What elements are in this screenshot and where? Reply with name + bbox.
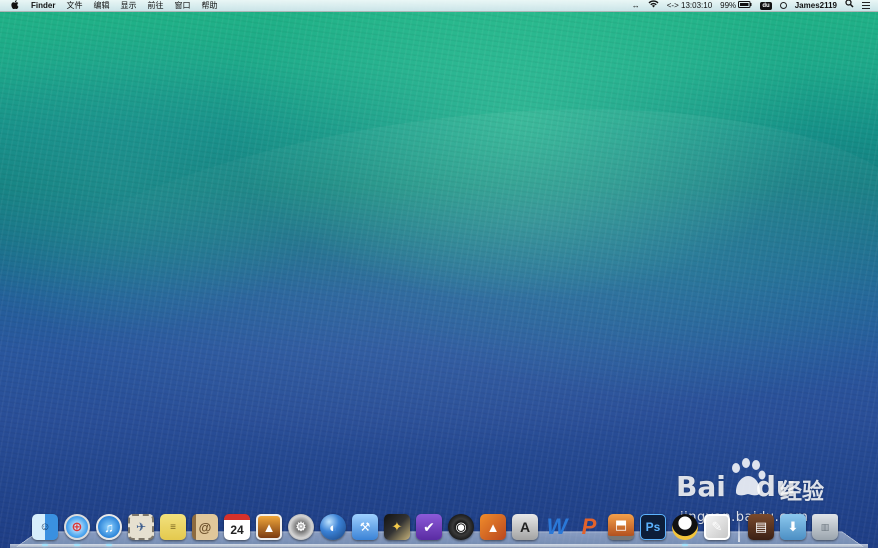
trash-icon: ▥ [812,514,838,540]
watermark-logo-bai: Bai [676,470,726,503]
dock-item-folder2[interactable]: ⬇ [778,512,808,542]
dock-item-preview[interactable]: ✎ [702,512,732,542]
qq-icon [672,514,698,540]
dock-item-xcode[interactable]: ⚒ [350,512,380,542]
folder1-icon: ▤ [748,514,774,540]
desktop[interactable]: Finder 文件 编辑 显示 前往 窗口 帮助 ↔ <-> 13:03:10 … [0,0,878,548]
ps-icon: Ps [640,514,666,540]
ppt-icon: P [581,514,597,539]
menu-app-finder[interactable]: Finder [31,0,55,12]
dock-item-ppt[interactable]: P [574,512,604,542]
notes-icon: ≡ [160,514,186,540]
sync-arrows-icon[interactable]: ↔ [632,0,640,12]
folder2-icon: ⬇ [780,514,806,540]
xcode-icon: ⚒ [352,514,378,540]
menu-view[interactable]: 显示 [120,0,136,12]
menu-edit[interactable]: 编辑 [93,0,109,12]
dock-item-earth[interactable]: ◐ [318,512,348,542]
dock-item-finder[interactable]: ☺ [30,512,60,546]
user-name[interactable]: James2119 [795,0,837,12]
running-indicator [74,544,80,546]
dock: ☺ ⊕ ♫ ✈ ≡ @24 ▲ ⚙ ◐ ⚒ ✦ ✔ ◉ ▲ A W P ⬒ Ps ✎ ▤ ⬇ ▥ [30,508,850,546]
running-indicator [42,544,48,546]
contacts-icon: @ [192,514,218,540]
keynote-icon: ⬒ [608,514,634,540]
notification-center-icon[interactable] [862,2,870,9]
dock-item-omni[interactable]: ✔ [414,512,444,542]
dock-item-contacts[interactable]: @ [190,512,220,542]
dock-item-matlab[interactable]: ▲ [478,512,508,542]
time-machine-icon[interactable] [779,2,787,9]
itunes-icon: ♫ [96,514,122,540]
photo-icon: ▲ [256,514,282,540]
dock-item-itunes[interactable]: ♫ [94,512,124,546]
network-arrows-text: <-> [666,0,679,10]
dock-item-mail-stamp[interactable]: ✈ [126,512,156,542]
dock-item-autocad[interactable]: A [510,512,540,542]
word-icon: W [546,514,568,539]
clock-time: 13:03:10 [681,0,713,10]
dock-item-qq[interactable] [670,512,700,546]
running-indicator [106,544,112,546]
menu-window[interactable]: 窗口 [174,0,190,12]
fcp-icon: ✦ [384,514,410,540]
menu-go[interactable]: 前往 [147,0,163,12]
apple-logo-icon[interactable] [10,0,20,12]
mail-stamp-icon: ✈ [128,514,154,540]
dock-item-notes[interactable]: ≡ [158,512,188,542]
menu-bar-left: Finder 文件 编辑 显示 前往 窗口 帮助 [0,0,217,12]
menu-bar-status: ↔ <-> 13:03:10 99% du James2119 [632,0,878,12]
baidu-du-badge[interactable]: du [760,1,772,10]
preview-icon: ✎ [704,514,730,540]
dock-item-photo[interactable]: ▲ [254,512,284,542]
dock-item-calendar[interactable]: 24 [222,512,252,542]
battery-percent: 99% [720,0,737,10]
spotlight-search-icon[interactable] [845,0,854,12]
menu-bar: Finder 文件 编辑 显示 前往 窗口 帮助 ↔ <-> 13:03:10 … [0,0,878,12]
baidu-paw-icon [732,458,766,496]
dock-item-safari[interactable]: ⊕ [62,512,92,546]
dock-item-ps[interactable]: Ps [638,512,668,542]
matlab-icon: ▲ [480,514,506,540]
finder-icon: ☺ [32,514,58,540]
autocad-icon: A [512,514,538,540]
dock-item-word[interactable]: W [542,512,572,542]
battery-icon [738,0,752,8]
dock-edge [10,544,868,548]
running-indicator [682,544,688,546]
dock-item-keynote[interactable]: ⬒ [606,512,636,542]
aperture-icon: ◉ [448,514,474,540]
earth-icon: ◐ [320,514,346,540]
calendar-icon: 24 [224,514,250,540]
menu-file[interactable]: 文件 [66,0,82,12]
dock-item-folder1[interactable]: ▤ [746,512,776,542]
prefs-icon: ⚙ [288,514,314,540]
dock-item-prefs[interactable]: ⚙ [286,512,316,542]
network-time-status[interactable]: <-> 13:03:10 [667,0,712,12]
safari-icon: ⊕ [64,514,90,540]
omni-icon: ✔ [416,514,442,540]
dock-separator [738,514,740,542]
dock-item-fcp[interactable]: ✦ [382,512,412,542]
watermark-jingyan: 经验 [780,480,825,505]
dock-item-trash[interactable]: ▥ [810,512,840,542]
wifi-icon[interactable] [648,0,659,12]
dock-item-aperture[interactable]: ◉ [446,512,476,542]
battery-status[interactable]: 99% [720,0,752,12]
menu-help[interactable]: 帮助 [201,0,217,12]
